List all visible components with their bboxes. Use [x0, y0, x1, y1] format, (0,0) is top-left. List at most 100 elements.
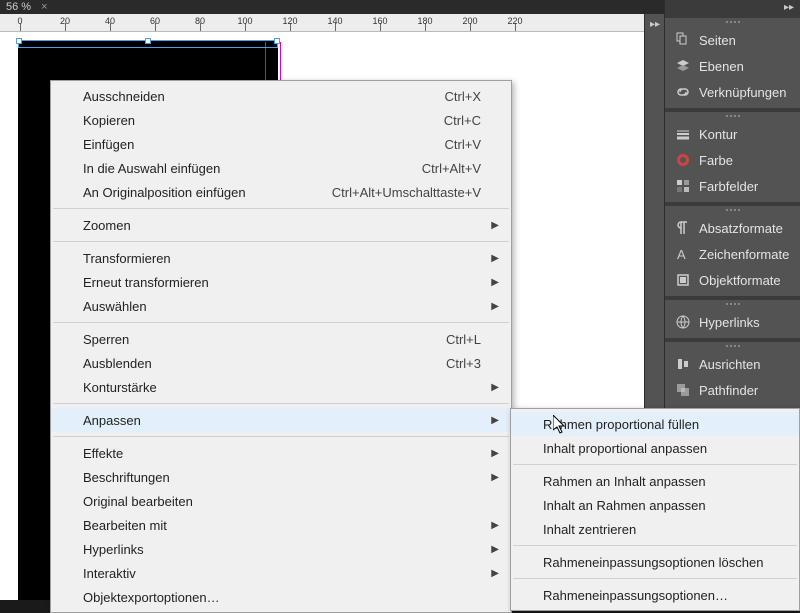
- panel-stroke[interactable]: Kontur: [665, 121, 800, 147]
- submenu-arrow-icon: ▶: [491, 220, 499, 231]
- submenu-item-label: Inhalt zentrieren: [543, 522, 636, 537]
- para-icon: [675, 220, 691, 236]
- selection-frame[interactable]: [18, 40, 278, 48]
- menu-item-label: In die Auswahl einfügen: [83, 161, 220, 176]
- collapse-icon[interactable]: ▸▸: [665, 0, 800, 14]
- menu-item[interactable]: Auswählen▶: [51, 294, 511, 318]
- submenu-item-label: Rahmen proportional füllen: [543, 417, 699, 432]
- panel-obj[interactable]: Objektformate: [665, 267, 800, 293]
- menu-item[interactable]: Konturstärke ▶: [51, 375, 511, 399]
- menu-item-label: Interaktiv: [83, 566, 136, 581]
- menu-item-label: Effekte: [83, 446, 123, 461]
- hyper-icon: [675, 314, 691, 330]
- menu-item[interactable]: AusschneidenCtrl+X: [51, 84, 511, 108]
- menu-item-label: Hyperlinks: [83, 542, 144, 557]
- submenu-arrow-icon: ▶: [491, 448, 499, 459]
- menu-item[interactable]: Kopieren Ctrl+C: [51, 108, 511, 132]
- menu-item[interactable]: EinfügenCtrl+V: [51, 132, 511, 156]
- panel-label: Ausrichten: [699, 357, 760, 372]
- panel-hyper[interactable]: Hyperlinks: [665, 309, 800, 335]
- panel-layers[interactable]: Ebenen: [665, 53, 800, 79]
- menu-item[interactable]: Anpassen▶: [51, 408, 511, 432]
- close-icon[interactable]: ×: [41, 1, 47, 13]
- submenu-item-label: Inhalt an Rahmen anpassen: [543, 498, 706, 513]
- expand-icon[interactable]: ▸▸: [645, 14, 665, 34]
- submenu-item-label: Inhalt proportional anpassen: [543, 441, 707, 456]
- menu-item[interactable]: Original bearbeiten: [51, 489, 511, 513]
- menu-item[interactable]: Hyperlinks ▶: [51, 537, 511, 561]
- menu-item[interactable]: Effekte ▶: [51, 441, 511, 465]
- color-icon: [675, 152, 691, 168]
- submenu-arrow-icon: ▶: [491, 415, 499, 426]
- panel-pages[interactable]: Seiten: [665, 27, 800, 53]
- menu-item[interactable]: In die Auswahl einfügen Ctrl+Alt+V: [51, 156, 511, 180]
- panel-para[interactable]: Absatzformate: [665, 215, 800, 241]
- handle-n[interactable]: [145, 38, 151, 44]
- submenu-item[interactable]: Inhalt an Rahmen anpassen: [511, 493, 799, 517]
- panel-label: Verknüpfungen: [699, 85, 786, 100]
- menu-item-label: An Originalposition einfügen: [83, 185, 246, 200]
- swatches-icon: [675, 178, 691, 194]
- stroke-icon: [675, 126, 691, 142]
- submenu-item[interactable]: Rahmen an Inhalt anpassen: [511, 469, 799, 493]
- context-submenu-anpassen: Rahmen proportional füllen Inhalt proport…: [510, 408, 800, 611]
- panel-swatches[interactable]: Farbfelder: [665, 173, 800, 199]
- menu-item-label: Transformieren: [83, 251, 171, 266]
- links-icon: [675, 84, 691, 100]
- panel-color[interactable]: Farbe: [665, 147, 800, 173]
- menu-item[interactable]: An Originalposition einfügenCtrl+Alt+Ums…: [51, 180, 511, 204]
- submenu-arrow-icon: ▶: [491, 520, 499, 531]
- menu-separator: [53, 241, 509, 242]
- path-icon: [675, 382, 691, 398]
- panel-label: Ebenen: [699, 59, 744, 74]
- menu-item[interactable]: AusblendenCtrl+3: [51, 351, 511, 375]
- panel-align[interactable]: Ausrichten: [665, 351, 800, 377]
- menu-shortcut: Ctrl+L: [446, 332, 481, 347]
- panel-label: Seiten: [699, 33, 736, 48]
- menu-separator: [513, 464, 797, 465]
- menu-item[interactable]: Bearbeiten mit▶: [51, 513, 511, 537]
- submenu-arrow-icon: ▶: [491, 253, 499, 264]
- submenu-item-label: Rahmen an Inhalt anpassen: [543, 474, 706, 489]
- menu-item-label: Erneut transformieren: [83, 275, 209, 290]
- menu-item[interactable]: Zoomen ▶: [51, 213, 511, 237]
- menu-shortcut: Ctrl+C: [444, 113, 481, 128]
- submenu-item[interactable]: Inhalt proportional anpassen: [511, 436, 799, 460]
- menu-item-label: Konturstärke: [83, 380, 157, 395]
- menu-item-label: Zoomen: [83, 218, 131, 233]
- submenu-item[interactable]: Rahmen proportional füllen: [511, 412, 799, 436]
- menu-separator: [513, 545, 797, 546]
- submenu-arrow-icon: ▶: [491, 544, 499, 555]
- char-icon: A: [675, 246, 691, 262]
- menu-shortcut: Ctrl+Alt+V: [422, 161, 481, 176]
- menu-item[interactable]: Beschriftungen▶: [51, 465, 511, 489]
- align-icon: [675, 356, 691, 372]
- pages-icon: [675, 32, 691, 48]
- menu-item-label: Ausblenden: [83, 356, 152, 371]
- menu-item[interactable]: Erneut transformieren▶: [51, 270, 511, 294]
- menu-item-label: Einfügen: [83, 137, 134, 152]
- menu-item[interactable]: Interaktiv▶: [51, 561, 511, 585]
- submenu-item[interactable]: Rahmeneinpassungsoptionen löschen: [511, 550, 799, 574]
- panel-links[interactable]: Verknüpfungen: [665, 79, 800, 105]
- panel-char[interactable]: A Zeichenformate: [665, 241, 800, 267]
- handle-nw[interactable]: [16, 38, 22, 44]
- panel-label: Farbfelder: [699, 179, 758, 194]
- panel-path[interactable]: Pathfinder: [665, 377, 800, 403]
- submenu-item[interactable]: Rahmeneinpassungsoptionen…: [511, 583, 799, 607]
- submenu-item[interactable]: Inhalt zentrieren: [511, 517, 799, 541]
- context-menu: AusschneidenCtrl+X Kopieren Ctrl+C Einfügen…: [50, 80, 512, 613]
- panel-label: Hyperlinks: [699, 315, 760, 330]
- menu-item[interactable]: Sperren Ctrl+L: [51, 327, 511, 351]
- menu-item-label: Sperren: [83, 332, 129, 347]
- zoom-level: 56 %: [6, 1, 31, 13]
- menu-separator: [513, 578, 797, 579]
- menu-item[interactable]: Transformieren ▶: [51, 246, 511, 270]
- menu-item[interactable]: Objektexportoptionen…: [51, 585, 511, 609]
- handle-ne[interactable]: [274, 38, 280, 44]
- menu-item-label: Kopieren: [83, 113, 135, 128]
- panel-label: Objektformate: [699, 273, 781, 288]
- obj-icon: [675, 272, 691, 288]
- panel-label: Zeichenformate: [699, 247, 789, 262]
- submenu-arrow-icon: ▶: [491, 382, 499, 393]
